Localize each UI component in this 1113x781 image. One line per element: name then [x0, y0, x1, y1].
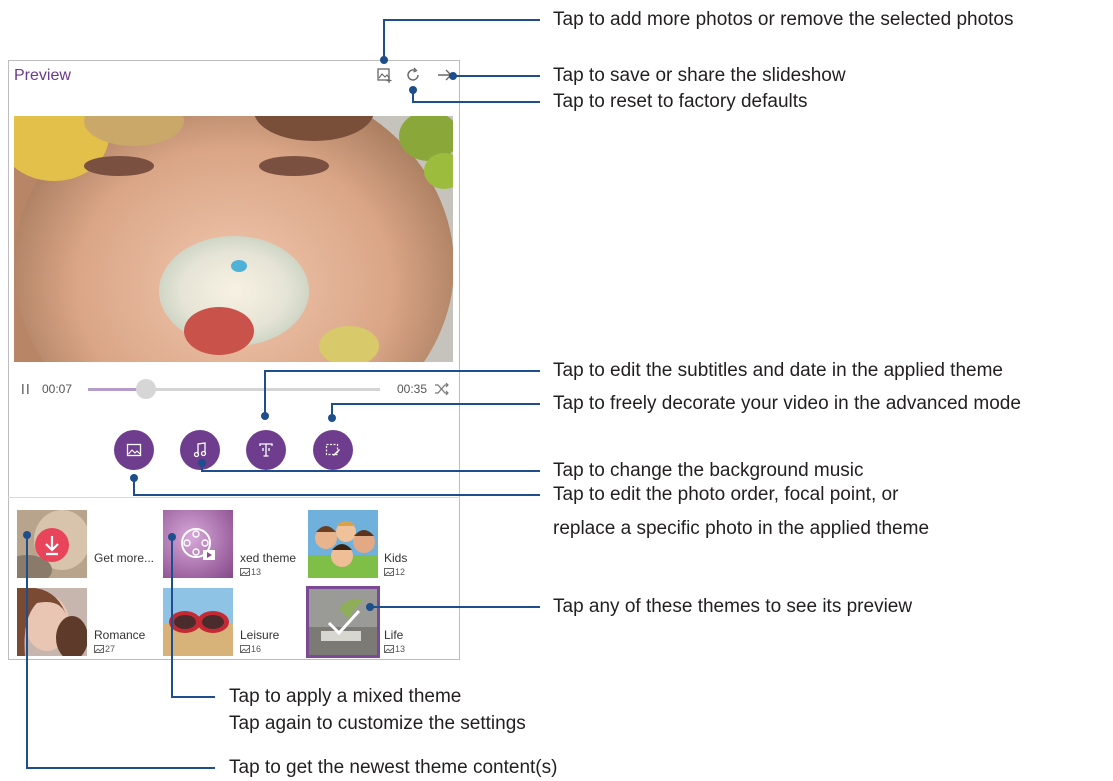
callout-reset: Tap to reset to factory defaults — [553, 91, 808, 112]
callout-decorate: Tap to freely decorate your video in the… — [553, 393, 1021, 414]
callout-lines — [23, 19, 540, 769]
callout-mixed-theme: Tap to apply a mixed theme — [229, 686, 462, 707]
callout-save-share: Tap to save or share the slideshow — [553, 65, 846, 86]
callout-themes-preview: Tap any of these themes to see its previ… — [553, 596, 913, 617]
callout-photo-order: Tap to edit the photo order, focal point… — [553, 484, 899, 505]
callout-newest: Tap to get the newest theme content(s) — [229, 757, 558, 778]
callout-add-photos: Tap to add more photos or remove the sel… — [553, 9, 1014, 30]
callout-photo-order-2: replace a specific photo in the applied … — [553, 518, 930, 539]
callout-music: Tap to change the background music — [553, 460, 864, 481]
callout-mixed-theme-2: Tap again to customize the settings — [229, 713, 526, 734]
callout-subtitles: Tap to edit the subtitles and date in th… — [553, 360, 1003, 381]
